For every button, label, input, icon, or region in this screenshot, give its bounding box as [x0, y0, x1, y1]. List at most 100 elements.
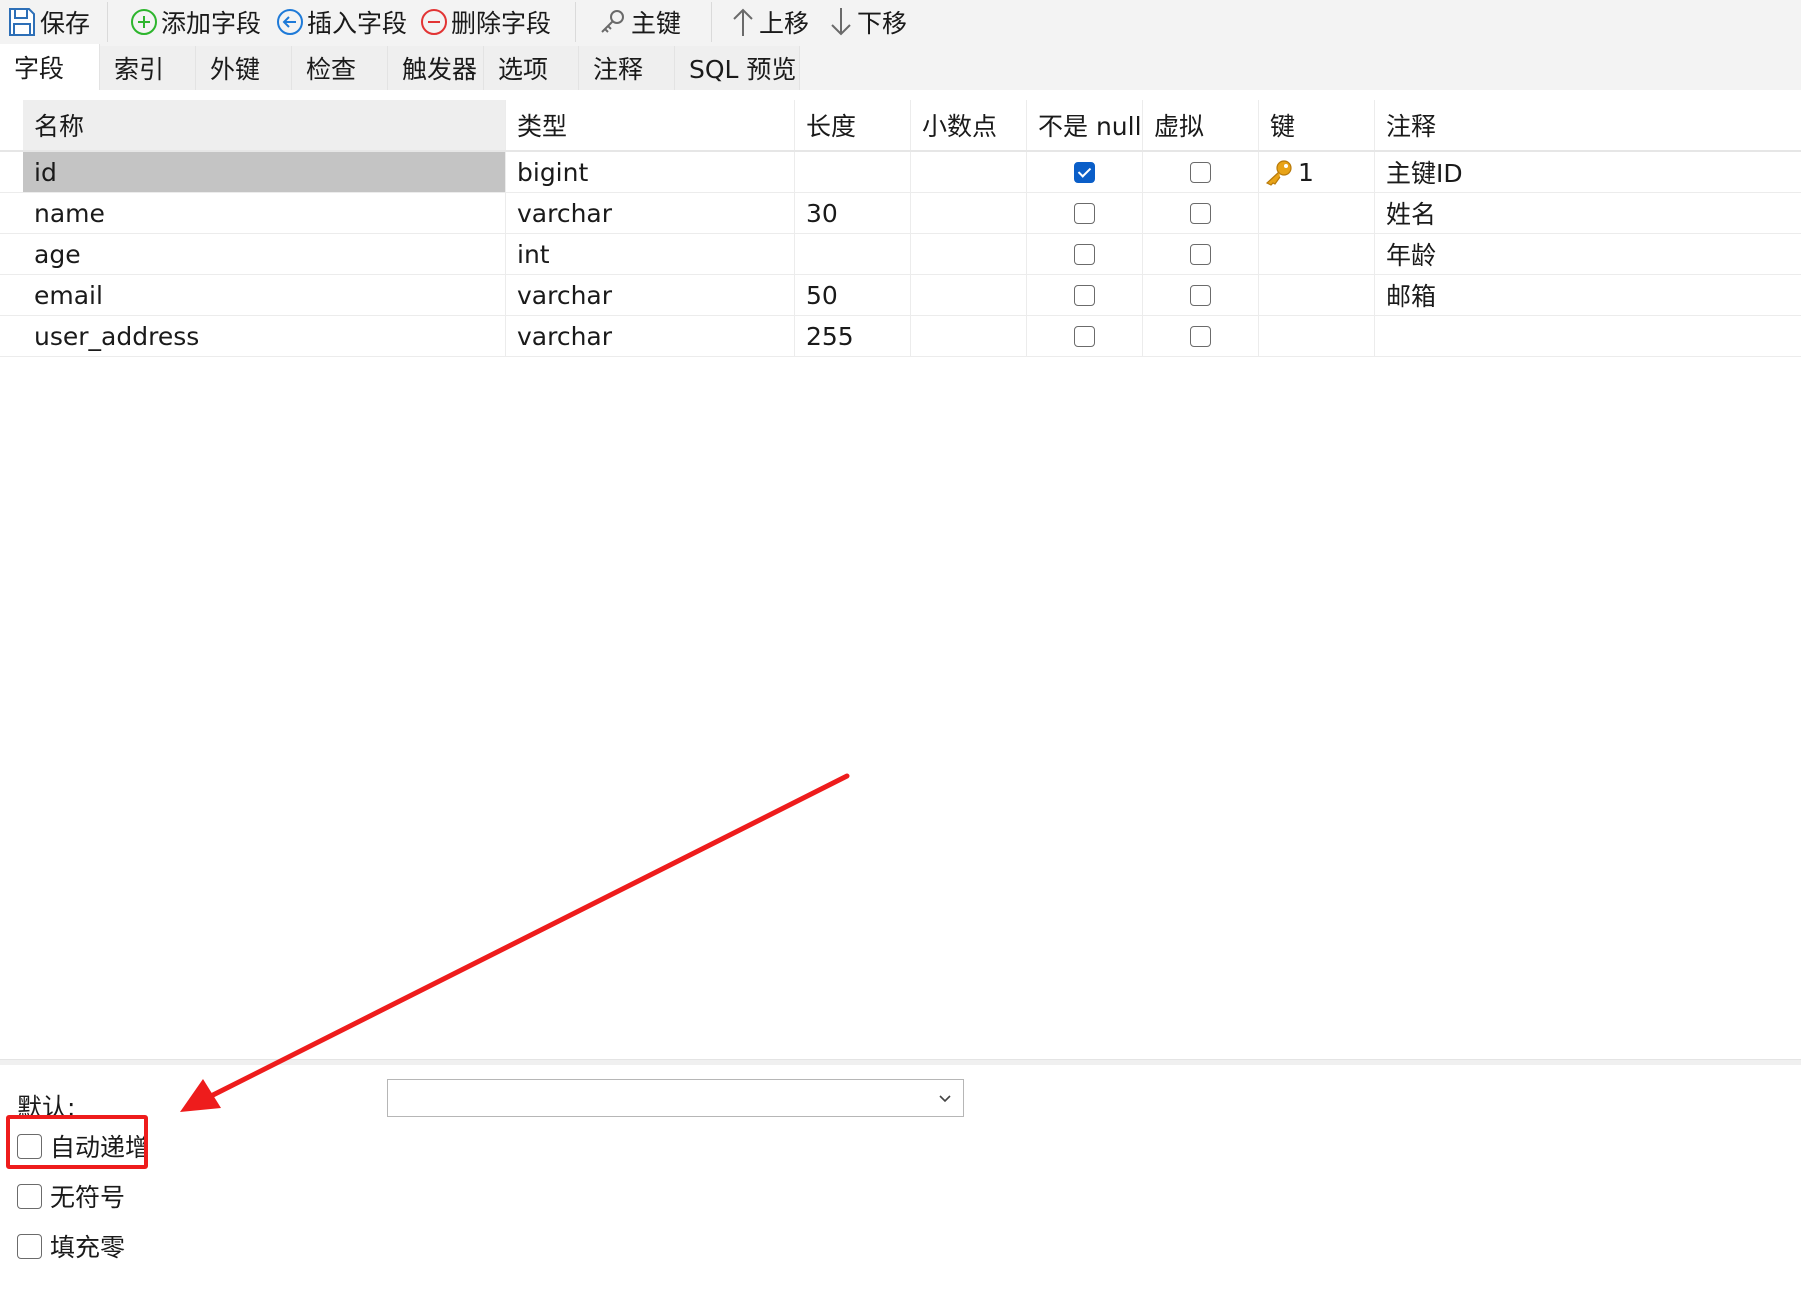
- table-row[interactable]: user_address varchar 255: [0, 316, 1801, 357]
- column-header-not-null[interactable]: 不是 null: [1027, 100, 1143, 150]
- cell-not-null: [1027, 152, 1143, 192]
- tab-sql-preview[interactable]: SQL 预览: [675, 46, 800, 90]
- table-row[interactable]: id bigint 1 主键ID: [0, 152, 1801, 193]
- tab-foreign-keys[interactable]: 外键: [196, 46, 292, 90]
- cell-decimals[interactable]: [911, 275, 1027, 315]
- column-header-decimals[interactable]: 小数点: [911, 100, 1027, 150]
- cell-name[interactable]: age: [23, 234, 506, 274]
- cell-comment[interactable]: 姓名: [1375, 193, 1770, 233]
- column-header-name[interactable]: 名称: [23, 100, 506, 150]
- row-gutter: [0, 316, 23, 356]
- tab-checks[interactable]: 检查: [292, 46, 388, 90]
- auto-increment-checkbox[interactable]: [17, 1133, 42, 1159]
- move-down-button[interactable]: 下移: [828, 2, 916, 42]
- zerofill-checkbox[interactable]: [17, 1233, 42, 1259]
- arrow-up-icon: [733, 8, 753, 36]
- cell-decimals[interactable]: [911, 193, 1027, 233]
- delete-field-button[interactable]: 删除字段: [420, 2, 555, 42]
- save-label: 保存: [40, 9, 91, 38]
- column-header-comment[interactable]: 注释: [1375, 100, 1770, 150]
- cell-comment[interactable]: [1375, 316, 1770, 356]
- default-value-dropdown[interactable]: [387, 1079, 964, 1117]
- column-header-type[interactable]: 类型: [506, 100, 795, 150]
- table-row[interactable]: email varchar 50 邮箱: [0, 275, 1801, 316]
- auto-increment-option[interactable]: 自动递增: [17, 1128, 150, 1164]
- table-row[interactable]: age int 年龄: [0, 234, 1801, 275]
- pane-divider[interactable]: [0, 1059, 1801, 1065]
- cell-decimals[interactable]: [911, 234, 1027, 274]
- cell-length[interactable]: [795, 234, 911, 274]
- not-null-checkbox[interactable]: [1074, 325, 1095, 347]
- row-gutter: [0, 234, 23, 274]
- table-row[interactable]: name varchar 30 姓名: [0, 193, 1801, 234]
- cell-virtual: [1143, 234, 1259, 274]
- cell-key[interactable]: [1259, 316, 1375, 356]
- column-header-virtual[interactable]: 虚拟: [1143, 100, 1259, 150]
- cell-type[interactable]: varchar: [506, 275, 795, 315]
- virtual-checkbox[interactable]: [1190, 284, 1211, 306]
- zerofill-option[interactable]: 填充零: [17, 1228, 125, 1264]
- virtual-checkbox[interactable]: [1190, 243, 1211, 265]
- column-header-key[interactable]: 键: [1259, 100, 1375, 150]
- cell-type[interactable]: varchar: [506, 316, 795, 356]
- default-label: 默认:: [17, 1093, 76, 1122]
- cell-virtual: [1143, 193, 1259, 233]
- move-up-label: 上移: [759, 9, 810, 38]
- not-null-checkbox[interactable]: [1074, 202, 1095, 224]
- cell-length[interactable]: [795, 152, 911, 192]
- tab-fields[interactable]: 字段: [0, 44, 100, 90]
- unsigned-checkbox[interactable]: [17, 1183, 42, 1209]
- cell-name[interactable]: user_address: [23, 316, 506, 356]
- insert-field-label: 插入字段: [307, 9, 408, 38]
- zerofill-label: 填充零: [50, 1233, 126, 1262]
- tab-bar: 字段 索引 外键 检查 触发器 选项 注释 SQL 预览: [0, 44, 1801, 90]
- cell-type[interactable]: int: [506, 234, 795, 274]
- cell-length[interactable]: 255: [795, 316, 911, 356]
- cell-decimals[interactable]: [911, 316, 1027, 356]
- row-gutter: [0, 100, 23, 150]
- cell-name[interactable]: email: [23, 275, 506, 315]
- save-button[interactable]: 保存: [7, 2, 107, 42]
- cell-not-null: [1027, 234, 1143, 274]
- delete-field-label: 删除字段: [451, 9, 552, 38]
- virtual-checkbox[interactable]: [1190, 161, 1211, 183]
- virtual-checkbox[interactable]: [1190, 202, 1211, 224]
- unsigned-option[interactable]: 无符号: [17, 1178, 125, 1214]
- virtual-checkbox[interactable]: [1190, 325, 1211, 347]
- cell-key[interactable]: [1259, 193, 1375, 233]
- cell-length[interactable]: 30: [795, 193, 911, 233]
- tab-triggers[interactable]: 触发器: [388, 46, 484, 90]
- add-circle-icon: [131, 9, 157, 35]
- cell-comment[interactable]: 年龄: [1375, 234, 1770, 274]
- cell-type[interactable]: bigint: [506, 152, 795, 192]
- not-null-checkbox[interactable]: [1074, 284, 1095, 306]
- column-header-length[interactable]: 长度: [795, 100, 911, 150]
- tab-comment[interactable]: 注释: [579, 46, 675, 90]
- add-field-button[interactable]: 添加字段: [130, 2, 261, 42]
- cell-comment[interactable]: 邮箱: [1375, 275, 1770, 315]
- not-null-checkbox[interactable]: [1074, 161, 1095, 183]
- not-null-checkbox[interactable]: [1074, 243, 1095, 265]
- tab-options[interactable]: 选项: [484, 46, 579, 90]
- row-gutter: [0, 193, 23, 233]
- toolbar-separator: [575, 2, 576, 42]
- cell-not-null: [1027, 275, 1143, 315]
- primary-key-button[interactable]: 主键: [598, 2, 693, 42]
- row-gutter: [0, 152, 23, 192]
- cell-comment[interactable]: 主键ID: [1375, 152, 1770, 192]
- move-up-button[interactable]: 上移: [730, 2, 818, 42]
- cell-name[interactable]: id: [23, 152, 506, 192]
- cell-length[interactable]: 50: [795, 275, 911, 315]
- tab-indexes[interactable]: 索引: [100, 46, 196, 90]
- insert-arrow-icon: [277, 9, 303, 35]
- cell-decimals[interactable]: [911, 152, 1027, 192]
- cell-key[interactable]: [1259, 234, 1375, 274]
- cell-key[interactable]: [1259, 275, 1375, 315]
- cell-name[interactable]: name: [23, 193, 506, 233]
- insert-field-button[interactable]: 插入字段: [276, 2, 408, 42]
- arrow-down-icon: [831, 8, 851, 36]
- cell-type[interactable]: varchar: [506, 193, 795, 233]
- key-order: 1: [1298, 157, 1314, 187]
- toolbar-separator: [107, 2, 108, 42]
- cell-key[interactable]: 1: [1259, 152, 1375, 192]
